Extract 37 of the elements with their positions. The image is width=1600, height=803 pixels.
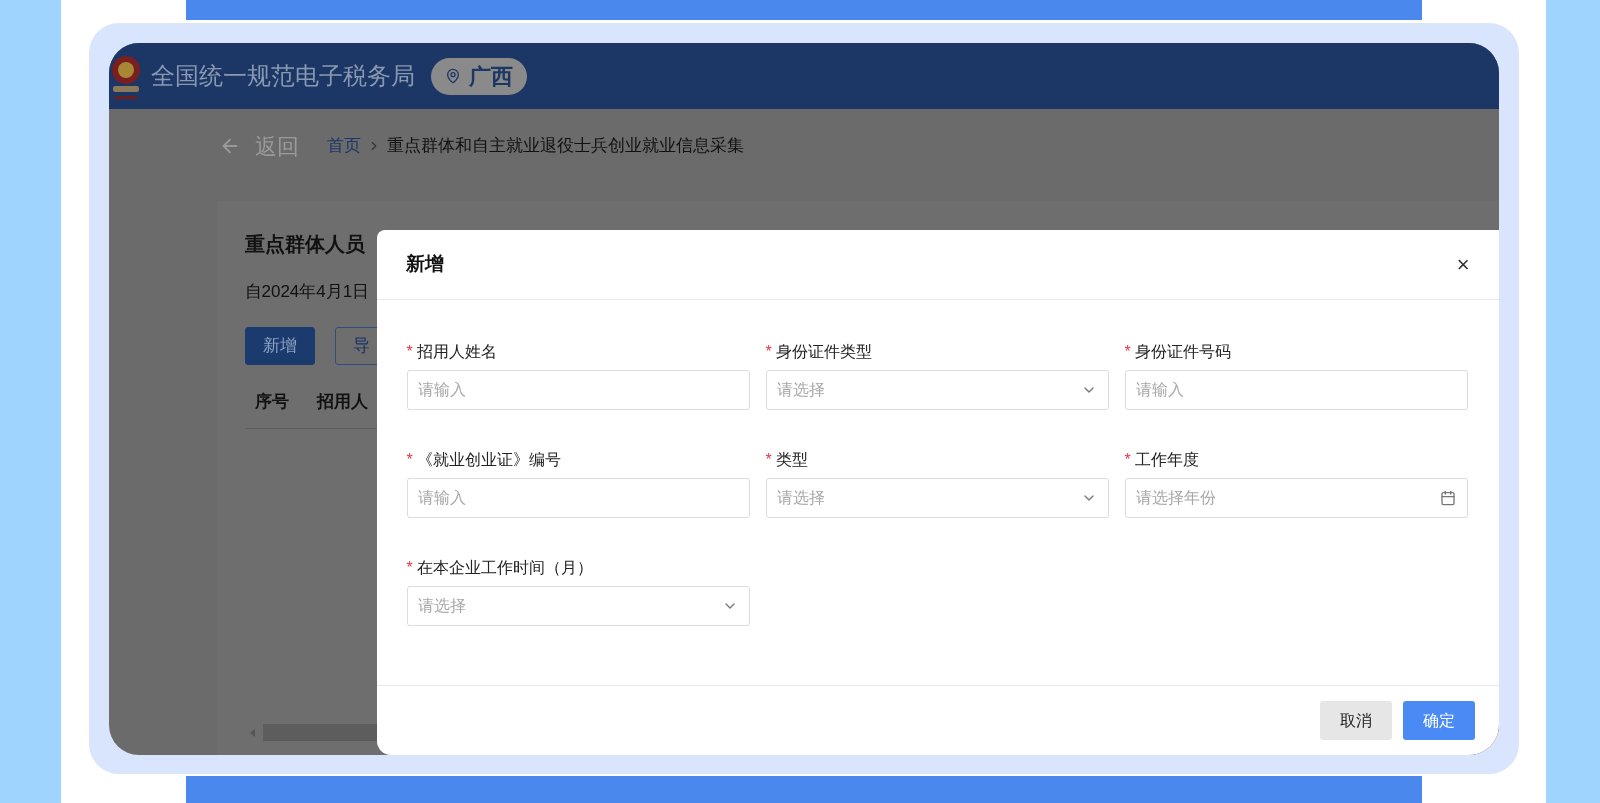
required-mark: * [406,342,413,362]
required-mark: * [765,450,772,470]
page-title: 重点群体人员 [244,232,366,257]
column-header: 序号 [254,390,289,413]
field-label: 类型 [775,450,808,470]
column-header: 招用人 [316,390,368,413]
field-label: 在本企业工作时间（月） [416,558,593,578]
calendar-icon [1439,490,1456,506]
input-field[interactable]: 请输入 [406,370,750,410]
region-selector[interactable]: 广西 [430,57,527,95]
required-mark: * [1124,342,1131,362]
field-label: 身份证件号码 [1134,342,1231,362]
required-mark: * [406,450,413,470]
field-label: 身份证件类型 [775,342,872,362]
site-title: 全国统一规范电子税务局 [150,61,415,91]
select-field[interactable]: 请选择 [765,370,1109,410]
location-pin-icon [444,68,461,84]
input-field[interactable]: 请输入 [406,478,750,518]
close-button[interactable]: × [1456,253,1470,276]
input-field[interactable]: 请输入 [1124,370,1468,410]
dialog-button[interactable]: 取消 [1319,701,1392,740]
dialog-title: 新增 [405,252,444,277]
notice-text: 自2024年4月1日 [244,281,371,303]
page-button[interactable]: 新增 [244,326,315,365]
select-field[interactable]: 请选择 [406,586,750,626]
required-mark: * [406,558,413,578]
field-label: 工作年度 [1134,450,1199,470]
dialog-button[interactable]: 确定 [1402,701,1475,740]
required-mark: * [1124,450,1131,470]
breadcrumb-item[interactable]: 首页 [326,133,361,159]
field-label: 招用人姓名 [416,342,497,362]
breadcrumb-item: 重点群体和自主就业退役士兵创业就业信息采集 [386,135,744,158]
date-picker[interactable]: 请选择年份 [1124,478,1468,518]
field-label: 《就业创业证》编号 [416,450,561,470]
scroll-left-icon [249,728,255,737]
required-mark: * [765,342,772,362]
select-field[interactable]: 请选择 [765,478,1109,518]
